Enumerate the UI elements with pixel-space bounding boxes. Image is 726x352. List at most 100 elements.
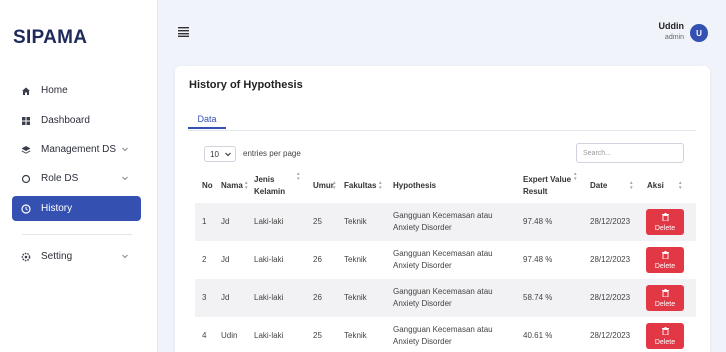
- col-header-date[interactable]: Date ▴ ▾: [590, 167, 636, 205]
- col-header-label: Nama: [221, 181, 243, 190]
- clock-icon: [20, 203, 32, 215]
- cell-fakultas: Teknik: [344, 217, 367, 226]
- cell-no: 2: [202, 255, 207, 264]
- delete-button[interactable]: Delete: [646, 285, 684, 311]
- cell-result: 97.48 %: [523, 255, 553, 264]
- cell-no: 4: [202, 331, 207, 340]
- cell-hypothesis: Gangguan Kecemasan atau Anxiety Disorder: [393, 211, 493, 232]
- cell-nama: Udin: [221, 331, 238, 340]
- col-header-label: Hypothesis: [393, 181, 437, 190]
- table-row: 2 Jd Laki-laki 26 Teknik Gangguan Kecema…: [195, 241, 696, 279]
- col-header-umur[interactable]: Umur ▴ ▾: [313, 167, 339, 205]
- table-row: 3 Jd Laki-laki 26 Teknik Gangguan Kecema…: [195, 279, 696, 317]
- cell-umur: 25: [313, 331, 322, 340]
- cell-result: 40.61 %: [523, 331, 553, 340]
- cell-fakultas: Teknik: [344, 293, 367, 302]
- sidebar: SIPAMA Home Dashboard Management DS Role…: [0, 0, 158, 352]
- delete-label: Delete: [654, 300, 676, 308]
- cell-jenis-kelamin: Laki-laki: [254, 217, 284, 226]
- cell-hypothesis: Gangguan Kecemasan atau Anxiety Disorder: [393, 249, 493, 270]
- delete-label: Delete: [654, 338, 676, 346]
- col-header-label: Jenis Kelamin: [254, 175, 286, 196]
- col-header-hypothesis[interactable]: Hypothesis: [393, 167, 513, 205]
- col-header-label: No: [202, 181, 213, 190]
- brand-logo: SIPAMA: [13, 27, 88, 48]
- cell-no: 1: [202, 217, 207, 226]
- col-header-jenis-kelamin[interactable]: Jenis Kelamin ▴ ▾: [254, 167, 302, 205]
- sort-icon: ▴ ▾: [297, 171, 300, 182]
- sort-icon: ▴ ▾: [630, 180, 633, 191]
- menu-icon[interactable]: [178, 24, 189, 42]
- cell-result: 58.74 %: [523, 293, 553, 302]
- history-card: History of Hypothesis Data 10 entries pe…: [175, 66, 710, 352]
- sort-icon: ▴ ▾: [333, 180, 336, 191]
- cell-jenis-kelamin: Laki-laki: [254, 293, 284, 302]
- tab-data[interactable]: Data: [188, 110, 226, 129]
- user-name: Uddin: [658, 21, 685, 31]
- sidebar-item-label: Management DS: [41, 144, 117, 155]
- layers-icon: [20, 144, 32, 156]
- cell-umur: 25: [313, 217, 322, 226]
- sidebar-item-label: Setting: [41, 251, 73, 262]
- cell-jenis-kelamin: Laki-laki: [254, 331, 284, 340]
- delete-button[interactable]: Delete: [646, 323, 684, 349]
- chevron-down-icon: [121, 252, 129, 263]
- sidebar-item-management-ds[interactable]: Management DS: [12, 137, 141, 162]
- cell-date: 28/12/2023: [590, 255, 631, 264]
- gear-icon: [20, 251, 32, 263]
- page-title: History of Hypothesis: [189, 79, 303, 91]
- col-header-label: Umur: [313, 181, 334, 190]
- trash-icon: [661, 250, 669, 261]
- sort-icon: ▴ ▾: [379, 180, 382, 191]
- cell-date: 28/12/2023: [590, 293, 631, 302]
- cell-hypothesis: Gangguan Kecemasan atau Anxiety Disorder: [393, 287, 493, 308]
- chevron-down-icon: [121, 174, 129, 185]
- delete-button[interactable]: Delete: [646, 247, 684, 273]
- cell-nama: Jd: [221, 293, 230, 302]
- topbar: Uddin admin U: [158, 0, 726, 58]
- trash-icon: [661, 288, 669, 299]
- sidebar-item-setting[interactable]: Setting: [12, 244, 141, 269]
- cell-date: 28/12/2023: [590, 331, 631, 340]
- col-header-fakultas[interactable]: Fakultas ▴ ▾: [344, 167, 386, 205]
- cell-umur: 26: [313, 293, 322, 302]
- table-row: 4 Udin Laki-laki 25 Teknik Gangguan Kece…: [195, 317, 696, 352]
- search-input[interactable]: Search...: [576, 143, 684, 163]
- entries-label: entries per page: [243, 149, 301, 158]
- sidebar-item-label: Dashboard: [41, 115, 90, 126]
- sidebar-item-home[interactable]: Home: [12, 78, 141, 103]
- avatar[interactable]: U: [690, 24, 708, 42]
- sidebar-item-label: Home: [41, 85, 68, 96]
- col-header-expert-value[interactable]: Expert Value Result ▴ ▾: [523, 167, 581, 205]
- cell-hypothesis: Gangguan Kecemasan atau Anxiety Disorder: [393, 325, 493, 346]
- delete-button[interactable]: Delete: [646, 209, 684, 235]
- trash-icon: [661, 212, 669, 223]
- sort-icon: ▴ ▾: [574, 171, 577, 182]
- home-icon: [20, 85, 32, 97]
- cell-fakultas: Teknik: [344, 331, 367, 340]
- delete-label: Delete: [654, 224, 676, 232]
- divider: [22, 234, 132, 235]
- col-header-label: Date: [590, 181, 608, 190]
- user-role: admin: [664, 34, 684, 41]
- cell-result: 97.48 %: [523, 217, 553, 226]
- cell-jenis-kelamin: Laki-laki: [254, 255, 284, 264]
- tab-divider: [188, 130, 696, 131]
- sort-icon: ▴ ▾: [245, 180, 248, 191]
- sidebar-item-label: Role DS: [41, 173, 79, 184]
- sidebar-item-role-ds[interactable]: Role DS: [12, 166, 141, 191]
- sidebar-item-dashboard[interactable]: Dashboard: [12, 108, 141, 133]
- sidebar-item-label: History: [41, 203, 73, 214]
- cell-umur: 26: [313, 255, 322, 264]
- col-header-aksi[interactable]: Aksi ▴ ▾: [647, 167, 685, 205]
- shield-icon: [20, 173, 32, 185]
- chevron-down-icon: [224, 150, 232, 160]
- cell-fakultas: Teknik: [344, 255, 367, 264]
- col-header-no[interactable]: No: [202, 167, 218, 205]
- sidebar-item-history[interactable]: History: [12, 196, 141, 221]
- col-header-nama[interactable]: Nama ▴ ▾: [221, 167, 249, 205]
- table-row: 1 Jd Laki-laki 25 Teknik Gangguan Kecema…: [195, 203, 696, 241]
- trash-icon: [661, 326, 669, 337]
- entries-per-page-select[interactable]: 10: [204, 146, 236, 162]
- col-header-label: Fakultas: [344, 181, 377, 190]
